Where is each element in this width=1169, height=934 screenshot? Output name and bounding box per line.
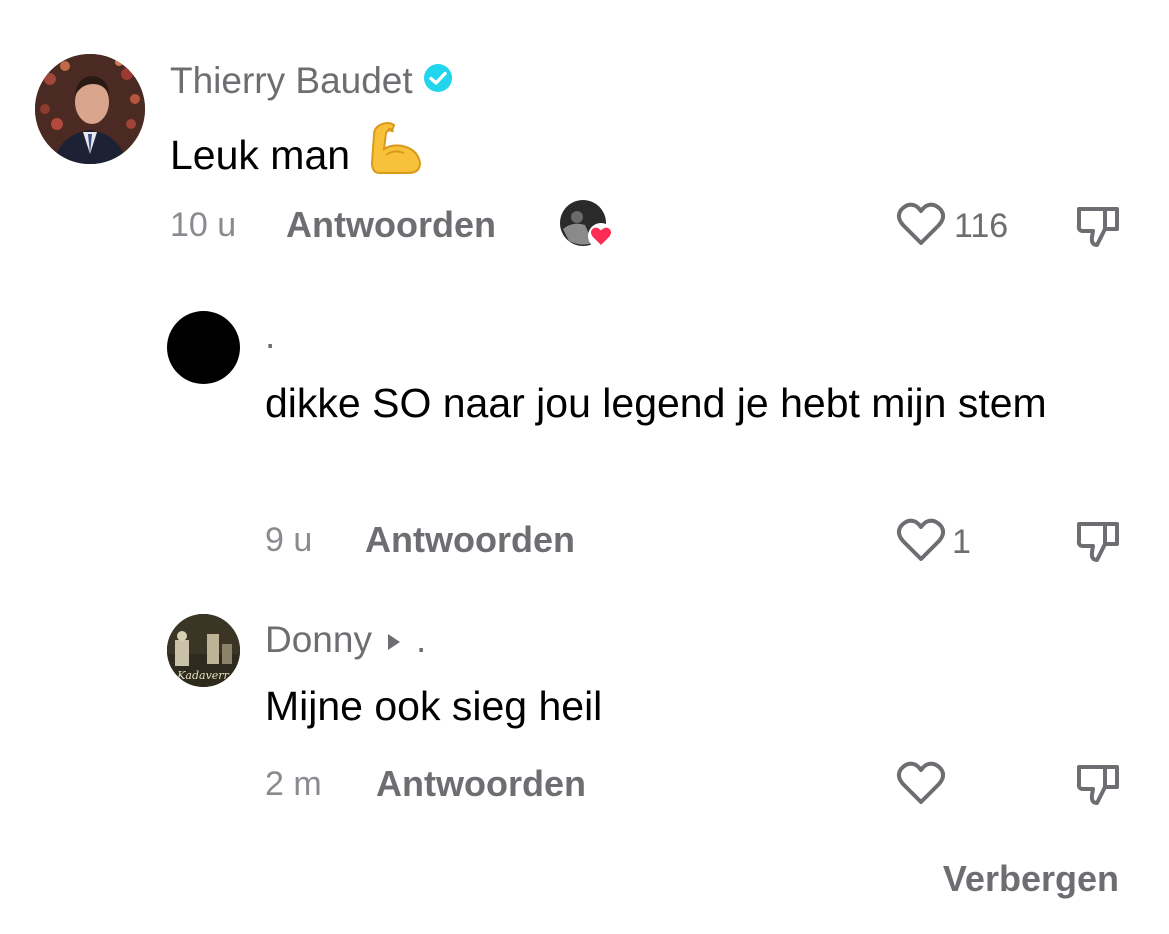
avatar-dot-user[interactable]	[167, 311, 240, 384]
heart-outline-icon	[896, 201, 946, 252]
avatar-album-art: Kadaverr	[167, 614, 240, 687]
comment-1-like-count: 116	[954, 207, 1009, 245]
comment-3-like-button[interactable]	[896, 760, 946, 811]
comment-2-username[interactable]: .	[265, 315, 275, 357]
avatar-text: Kadaverr	[176, 669, 229, 682]
comment-2-timestamp: 9 u	[265, 521, 313, 559]
comment-1-like-button[interactable]: 116	[896, 201, 1008, 252]
comment-1-text-row: Leuk man	[170, 119, 422, 190]
comment-3-reply-to[interactable]: .	[416, 619, 426, 661]
heart-outline-icon	[896, 760, 946, 811]
comment-1-dislike-button[interactable]	[1075, 203, 1121, 254]
comment-3-timestamp: 2 m	[265, 765, 322, 803]
verified-icon	[423, 60, 453, 102]
avatar-donny[interactable]: Kadaverr	[167, 614, 240, 687]
avatar-photo	[35, 54, 145, 164]
hide-replies-button[interactable]: Verbergen	[943, 858, 1119, 900]
avatar-thierry-baudet[interactable]	[35, 54, 145, 164]
flexed-biceps-icon	[368, 119, 422, 190]
comment-2-text: dikke SO naar jou legend je hebt mijn st…	[265, 380, 1047, 426]
comment-2-like-count: 1	[952, 523, 971, 561]
comment-2-reply-button[interactable]: Antwoorden	[365, 519, 575, 561]
comment-1-text: Leuk man	[170, 131, 351, 178]
creator-liked-badge	[559, 199, 615, 251]
comment-1-reply-button[interactable]: Antwoorden	[286, 204, 496, 246]
comment-2-dislike-button[interactable]	[1075, 518, 1121, 569]
heart-outline-icon	[896, 517, 946, 568]
comment-3-username[interactable]: Donny	[265, 619, 372, 661]
comment-3-reply-button[interactable]: Antwoorden	[376, 763, 586, 805]
comment-1-timestamp: 10 u	[170, 206, 237, 244]
comment-1-username-row: Thierry Baudet	[170, 60, 453, 102]
thumbs-down-icon	[1075, 761, 1121, 812]
thumbs-down-icon	[1075, 203, 1121, 254]
comment-3-dislike-button[interactable]	[1075, 761, 1121, 812]
comment-1-username[interactable]: Thierry Baudet	[170, 60, 413, 102]
reply-arrow-icon	[386, 619, 402, 661]
thumbs-down-icon	[1075, 518, 1121, 569]
comment-2-like-button[interactable]: 1	[896, 517, 971, 568]
comment-3-text: Mijne ook sieg heil	[265, 683, 603, 729]
comment-3-username-row: Donny .	[265, 619, 426, 661]
